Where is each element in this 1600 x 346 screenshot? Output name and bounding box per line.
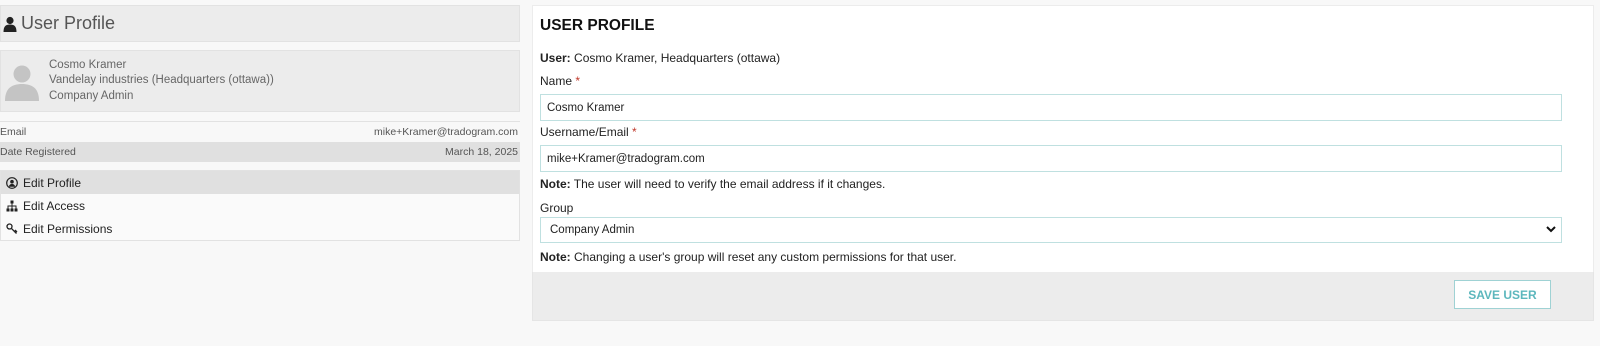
chevron-down-icon — [1545, 223, 1557, 238]
detail-value: mike+Kramer@tradogram.com — [374, 126, 518, 138]
email-note: Note: The user will need to verify the e… — [540, 177, 885, 191]
user-profile-form: USER PROFILE User: Cosmo Kramer, Headqua… — [532, 5, 1594, 274]
avatar — [2, 61, 42, 101]
group-select[interactable]: Company Admin — [540, 217, 1562, 243]
form-title: USER PROFILE — [540, 17, 655, 34]
sidebar-header: User Profile — [0, 5, 520, 42]
detail-value: March 18, 2025 — [445, 146, 518, 158]
detail-label: Date Registered — [0, 146, 76, 158]
note-label: Note: — [540, 177, 571, 191]
name-input[interactable] — [540, 94, 1562, 121]
menu-item-edit-access[interactable]: Edit Access — [1, 194, 519, 217]
email-label: Username/Email * — [540, 125, 637, 139]
group-note: Note: Changing a user's group will reset… — [540, 250, 956, 264]
profile-card: Cosmo Kramer Vandelay industries (Headqu… — [0, 50, 520, 112]
profile-name: Cosmo Kramer — [49, 58, 127, 71]
profile-company: Vandelay industries (Headquarters (ottaw… — [49, 74, 274, 87]
profile-details: Email mike+Kramer@tradogram.com Date Reg… — [0, 121, 520, 162]
form-footer: SAVE USER — [532, 272, 1594, 321]
note-label: Note: — [540, 250, 571, 264]
user-value: Cosmo Kramer, Headquarters (ottawa) — [570, 51, 781, 65]
email-input[interactable] — [540, 145, 1562, 172]
menu-item-label: Edit Permissions — [23, 221, 113, 236]
sitemap-icon — [6, 200, 18, 212]
key-icon — [6, 222, 18, 235]
menu-item-edit-profile[interactable]: Edit Profile — [1, 171, 519, 194]
profile-menu: Edit Profile Edit Access Edit Permission… — [0, 170, 520, 241]
group-note-text: Changing a user's group will reset any c… — [570, 250, 957, 264]
user-line: User: Cosmo Kramer, Headquarters (ottawa… — [540, 51, 780, 65]
menu-item-edit-permissions[interactable]: Edit Permissions — [1, 217, 519, 240]
profile-role: Company Admin — [49, 89, 134, 102]
detail-label: Email — [0, 126, 27, 138]
page-title: User Profile — [21, 13, 116, 33]
email-note-text: The user will need to verify the email a… — [570, 177, 886, 191]
group-label: Group — [540, 201, 574, 215]
user-label: User: — [540, 51, 571, 65]
save-user-button[interactable]: SAVE USER — [1454, 280, 1551, 309]
user-icon — [3, 16, 17, 32]
user-circle-icon — [6, 176, 18, 189]
detail-row-date-registered: Date Registered March 18, 2025 — [0, 142, 520, 162]
menu-item-label: Edit Profile — [23, 175, 82, 190]
group-select-value: Company Admin — [550, 224, 635, 236]
required-marker: * — [575, 74, 581, 88]
menu-item-label: Edit Access — [23, 198, 86, 213]
detail-row-email: Email mike+Kramer@tradogram.com — [0, 122, 520, 142]
required-marker: * — [632, 125, 637, 139]
sidebar: User Profile Cosmo Kramer Vandelay indus… — [0, 5, 520, 241]
name-label: Name * — [540, 74, 581, 88]
